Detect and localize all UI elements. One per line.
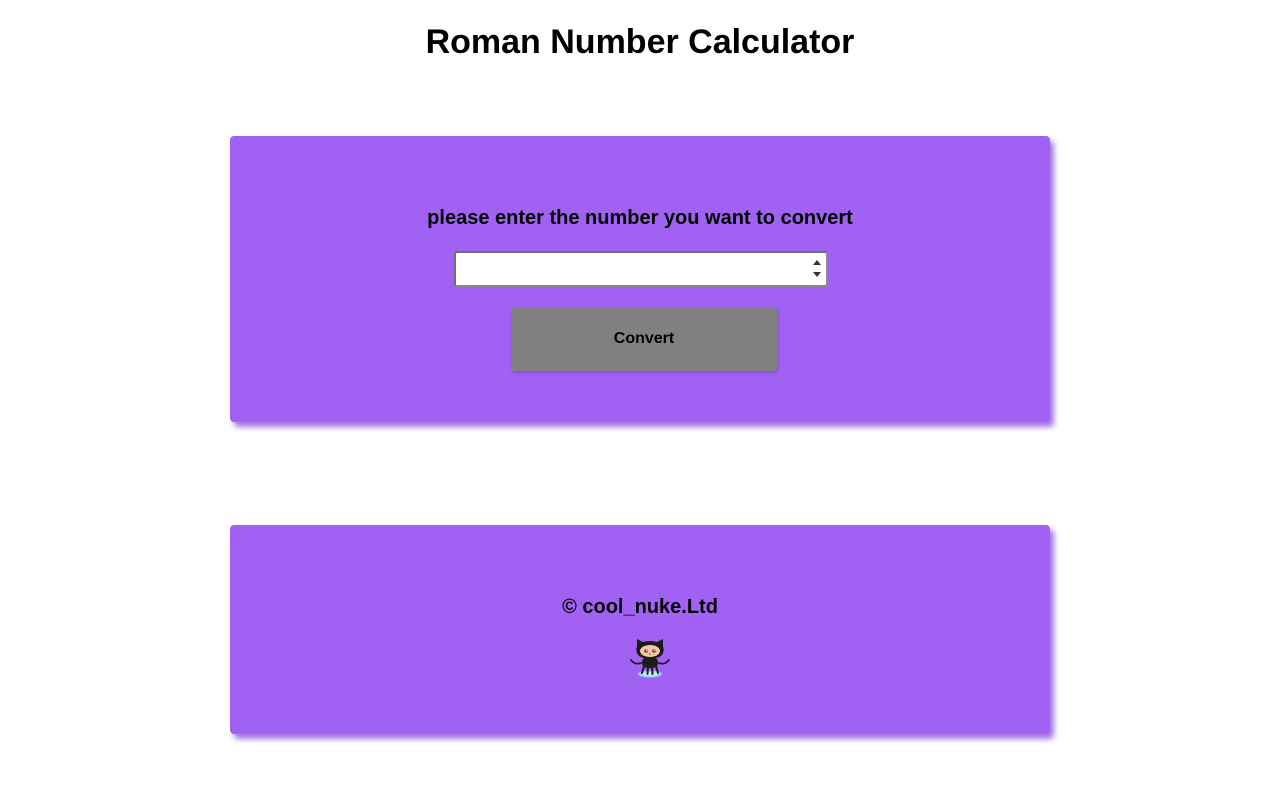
number-input-container — [454, 251, 828, 287]
number-spinner[interactable] — [812, 257, 822, 281]
convert-button[interactable]: Convert — [511, 307, 777, 371]
footer-card: © cool_nuke.Ltd — [230, 525, 1050, 734]
github-octocat-icon[interactable] — [628, 636, 672, 680]
converter-card: please enter the number you want to conv… — [230, 136, 1050, 422]
convert-prompt: please enter the number you want to conv… — [427, 207, 853, 229]
copyright-text: © cool_nuke.Ltd — [562, 596, 718, 618]
spinner-down-icon[interactable] — [813, 272, 821, 277]
spinner-up-icon[interactable] — [813, 260, 821, 265]
page-title: Roman Number Calculator — [425, 23, 855, 61]
number-input[interactable] — [456, 253, 806, 285]
